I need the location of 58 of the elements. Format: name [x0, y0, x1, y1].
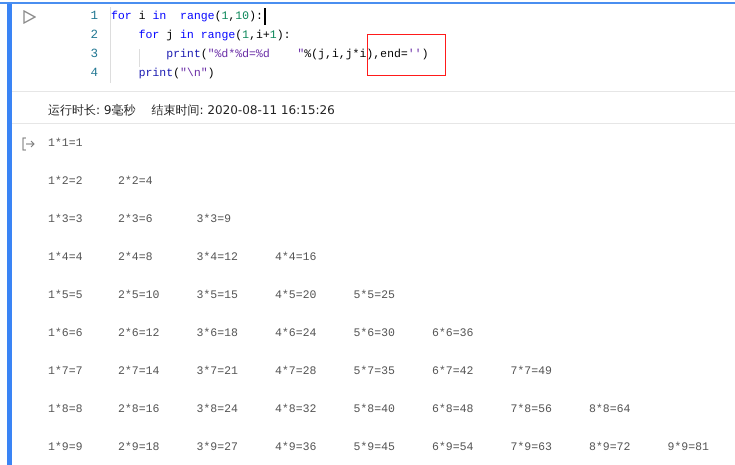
- output-text: 4*9=36: [275, 440, 318, 455]
- output-text: 2*9=18: [118, 440, 160, 455]
- code-line[interactable]: print("\n"): [111, 64, 428, 83]
- output-text: 2*3=6: [118, 212, 154, 227]
- output-text: 7*9=63: [510, 440, 553, 455]
- output-text: 2*5=10: [118, 288, 160, 303]
- output-text: 8*9=72: [589, 440, 632, 455]
- output-text: 1*2=2: [48, 174, 84, 189]
- output-text: 1*3=3: [48, 212, 84, 227]
- output-text: 5*8=40: [354, 402, 396, 417]
- output-text: 7*7=49: [510, 364, 553, 379]
- code-line[interactable]: for j in range(1,i+1):: [111, 26, 428, 45]
- output-text: 4*5=20: [275, 288, 318, 303]
- output-text: 4*7=28: [275, 364, 318, 379]
- output-text: 7*8=56: [510, 402, 553, 417]
- output-text: 2*4=8: [118, 250, 154, 265]
- output-text: 1*9=9: [48, 440, 84, 455]
- output-text: 3*5=15: [196, 288, 239, 303]
- output-text: 4*4=16: [275, 250, 318, 265]
- output-text: 6*7=42: [432, 364, 474, 379]
- output-text: 2*7=14: [118, 364, 160, 379]
- output-text: 3*8=24: [196, 402, 239, 417]
- output-text: 8*8=64: [589, 402, 632, 417]
- output-text: 3*4=12: [196, 250, 239, 265]
- output-text: 5*5=25: [354, 288, 396, 303]
- output-text: 1*4=4: [48, 250, 84, 265]
- line-number: 2: [89, 27, 98, 44]
- output-text: 4*6=24: [275, 326, 318, 341]
- line-number: 4: [89, 65, 98, 82]
- output-text: 3*9=27: [196, 440, 239, 455]
- output-text: 4*8=32: [275, 402, 318, 417]
- line-number: 1: [89, 8, 98, 25]
- output-text: 1*5=5: [48, 288, 84, 303]
- output-text: 1*7=7: [48, 364, 84, 379]
- output-text: 3*3=9: [196, 212, 232, 227]
- output-text: 6*9=54: [432, 440, 474, 455]
- output-text: 2*2=4: [118, 174, 154, 189]
- output-text: 2*8=16: [118, 402, 160, 417]
- output-text: 1*8=8: [48, 402, 84, 417]
- output-text: 3*6=18: [196, 326, 239, 341]
- end-time: 结束时间: 2020-08-11 16:15:26: [152, 102, 335, 119]
- run-duration: 运行时长: 9毫秒: [48, 102, 136, 119]
- output-text: 1*1=1: [48, 136, 84, 151]
- output-text: 5*7=35: [354, 364, 396, 379]
- line-number: 3: [89, 46, 98, 63]
- indent-guide: [139, 49, 140, 67]
- output-text: 9*9=81: [668, 440, 710, 455]
- output-text: 5*9=45: [354, 440, 396, 455]
- run-button[interactable]: [23, 10, 36, 24]
- output-text: 5*6=30: [354, 326, 396, 341]
- output-text: 2*6=12: [118, 326, 160, 341]
- output-text: 1*6=6: [48, 326, 84, 341]
- code-line[interactable]: for i in range(1,10):: [111, 7, 428, 26]
- output-icon: [22, 136, 36, 150]
- output-text: 6*6=36: [432, 326, 474, 341]
- text-cursor: [264, 8, 266, 25]
- output-text: 3*7=21: [196, 364, 239, 379]
- output-text: 6*8=48: [432, 402, 474, 417]
